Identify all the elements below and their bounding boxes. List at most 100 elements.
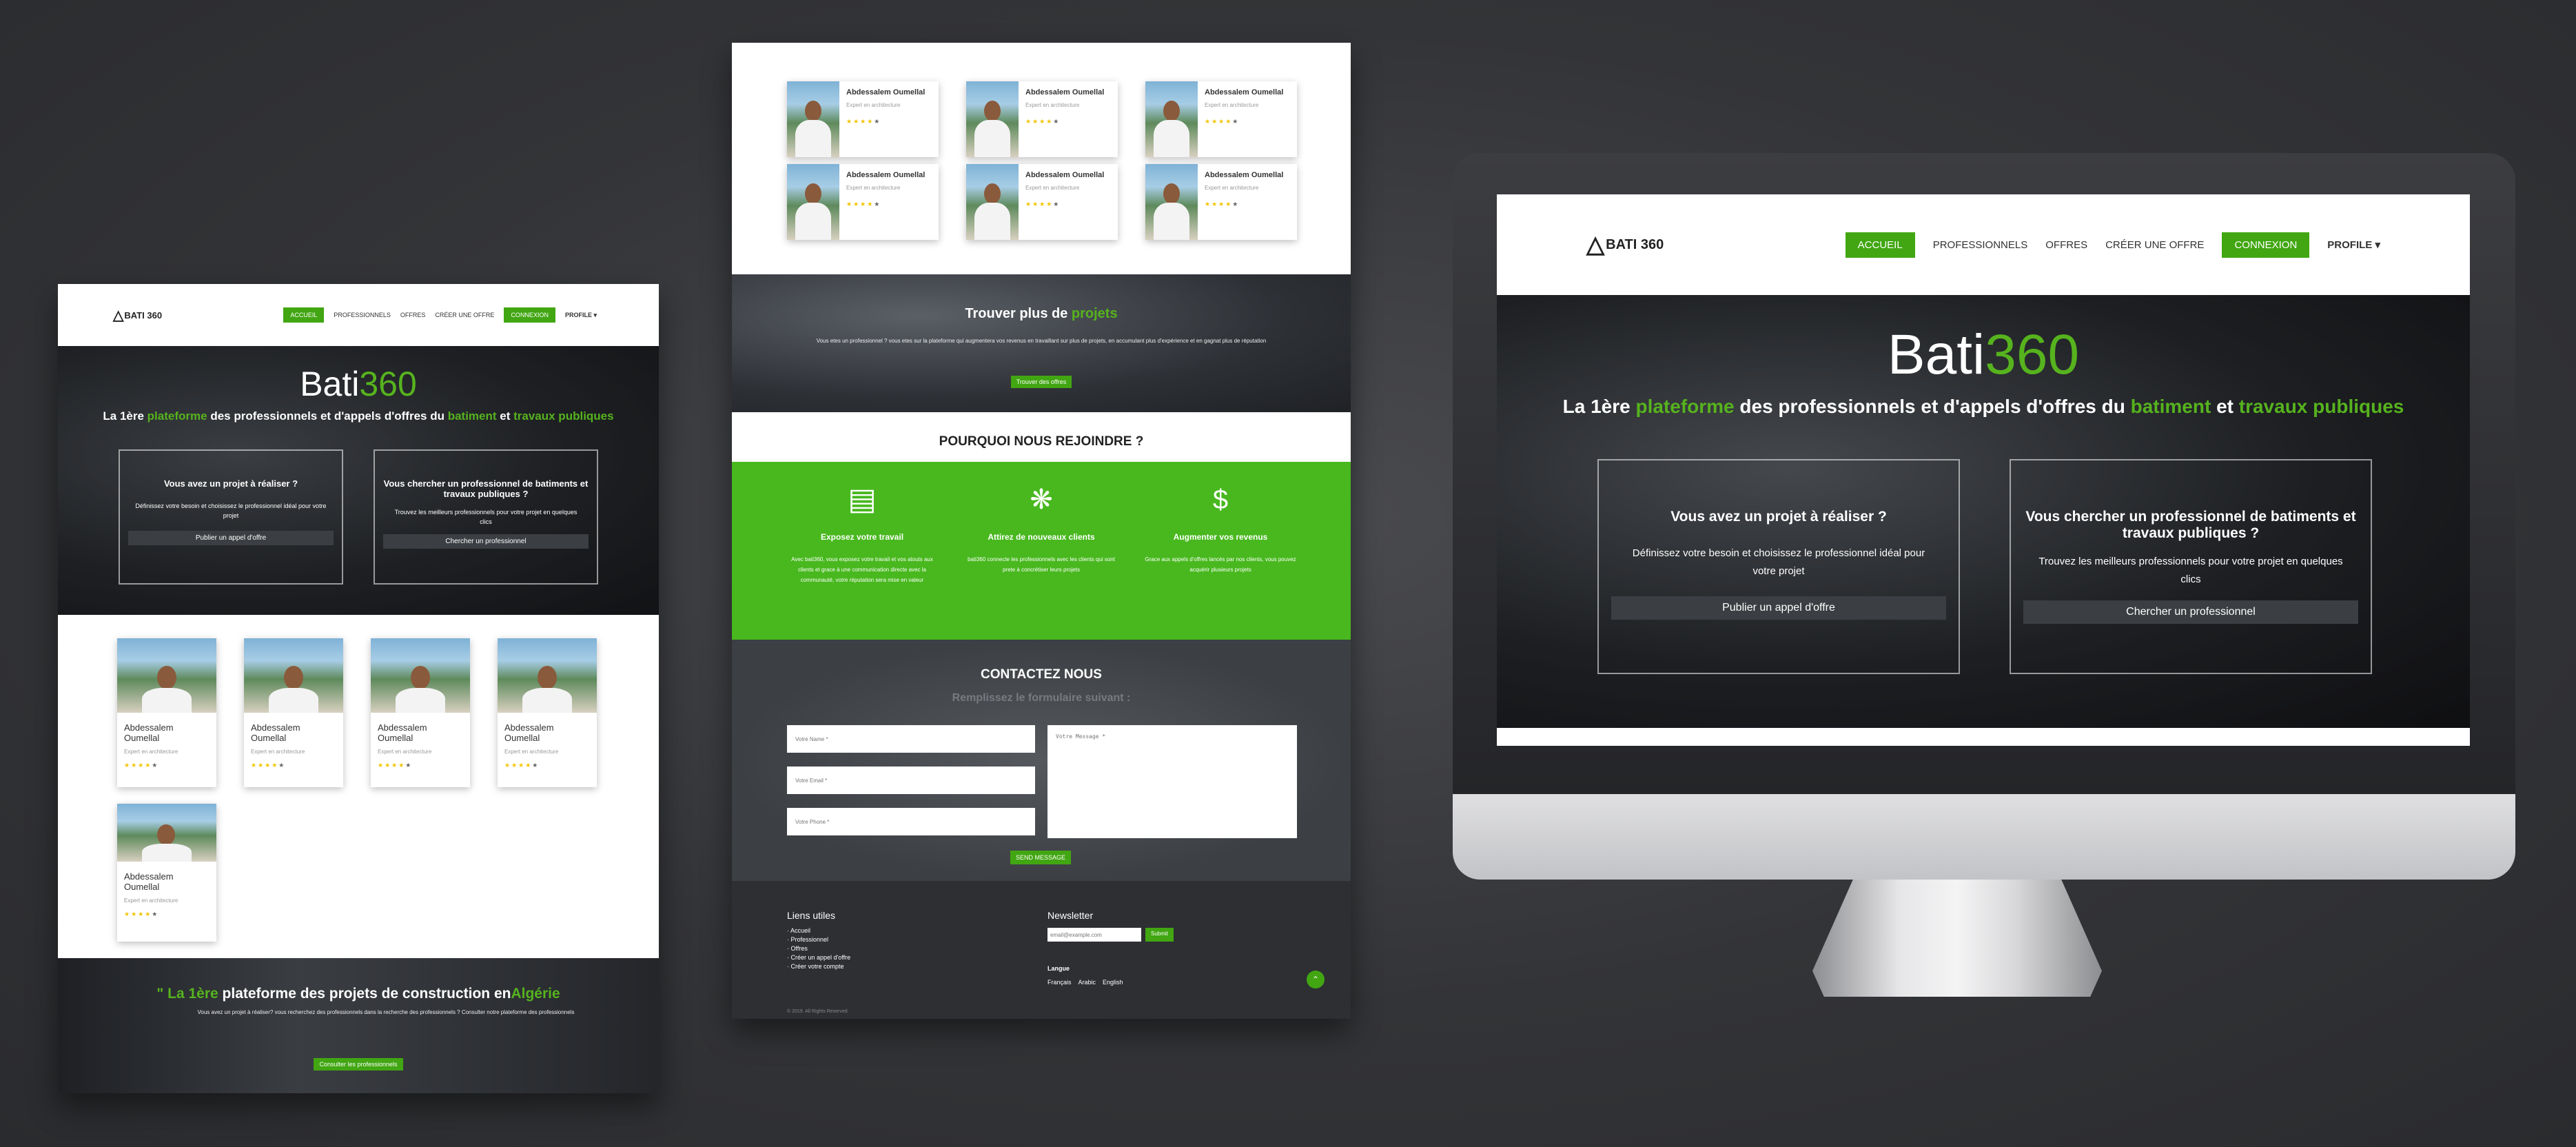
pro-photo (966, 81, 1019, 157)
contact-section: CONTACTEZ NOUS Remplissez le formulaire … (732, 640, 1351, 881)
triangle-logo-icon: △ (1586, 232, 1605, 258)
pro-photo (117, 638, 216, 713)
nav-creer-offre[interactable]: CRÉER UNE OFFRE (2105, 239, 2204, 251)
footer-link[interactable]: · Accueil (787, 926, 850, 935)
newsletter-input[interactable] (1047, 928, 1141, 942)
why-item: ❋ Attirez de nouveaux clients bati360 co… (965, 483, 1117, 640)
search-pro-box: Vous chercher un professionnel de batime… (374, 449, 598, 585)
project-box: Vous avez un projet à réaliser ? Définis… (1597, 459, 1960, 674)
lang-en[interactable]: English (1103, 979, 1123, 986)
lang-list: Français Arabic English (1047, 979, 1123, 986)
pro-photo (966, 164, 1019, 240)
nav-connexion[interactable]: CONNEXION (504, 307, 555, 323)
rating-stars: ★★★★★ (251, 762, 286, 769)
nav-professionnels[interactable]: PROFESSIONNELS (334, 312, 391, 318)
logo[interactable]: △ BATI 360 (113, 307, 162, 324)
email-input[interactable] (787, 767, 1035, 794)
nav-menu: ACCUEIL PROFESSIONNELS OFFRES CRÉER UNE … (1845, 232, 2380, 258)
money-hand-icon: $ (1212, 485, 1229, 515)
why-item: $ Augmenter vos revenus Grace aux appels… (1145, 483, 1296, 640)
footer-link[interactable]: · Offres (787, 944, 850, 953)
name-input[interactable] (787, 725, 1035, 753)
left-screenshot: △ BATI 360 ACCUEIL PROFESSIONNELS OFFRES… (58, 284, 659, 1093)
nav-offres[interactable]: OFFRES (2045, 239, 2087, 251)
nav-profile[interactable]: PROFILE ▾ (565, 312, 597, 319)
imac-stand (1812, 880, 2102, 997)
pro-card[interactable]: Abdessalem Oumellal Expert en architectu… (371, 638, 470, 787)
pro-name: Abdessalem Oumellal (124, 722, 174, 743)
pro-card[interactable]: Abdessalem Oumellal Expert en architectu… (244, 638, 343, 787)
pro-name: Abdessalem Oumellal (846, 88, 926, 97)
contact-title: CONTACTEZ NOUS (981, 667, 1102, 682)
hero-title: Bati360 (1887, 323, 2080, 386)
nav-accueil[interactable]: ACCUEIL (283, 307, 325, 323)
hero-subtitle: La 1ère plateforme des professionnels et… (103, 409, 614, 423)
pro-role: Expert en architecture (251, 749, 305, 755)
handshake-icon: ❋ (1030, 485, 1053, 515)
lang-ar[interactable]: Arabic (1079, 979, 1096, 986)
why-item: ▤ Exposez votre travail Avec bati360, vo… (786, 483, 938, 640)
pro-role: Expert en architecture (1025, 185, 1080, 191)
phone-input[interactable] (787, 808, 1035, 835)
pro-card[interactable]: Abdessalem Oumellal Expert en architectu… (966, 81, 1118, 157)
platform-banner: " La 1ère plateforme des projets de cons… (58, 958, 659, 1093)
footer-link[interactable]: · Créer votre compte (787, 962, 850, 971)
rating-stars: ★★★★★ (378, 762, 413, 769)
pro-role: Expert en architecture (1025, 102, 1080, 108)
pro-card[interactable]: Abdessalem Oumellal Expert en architectu… (966, 164, 1118, 240)
pro-card[interactable]: Abdessalem Oumellal Expert en architectu… (1145, 164, 1297, 240)
pro-card[interactable]: Abdessalem Oumellal Expert en architectu… (117, 638, 216, 787)
project-box: Vous avez un projet à réaliser ? Définis… (119, 449, 343, 585)
newsletter-submit[interactable]: Submit (1145, 928, 1174, 942)
rating-stars: ★★★★★ (1205, 201, 1240, 207)
pro-photo (371, 638, 470, 713)
rating-stars: ★★★★★ (1025, 201, 1061, 207)
pro-name: Abdessalem Oumellal (378, 722, 427, 743)
contact-subtitle: Remplissez le formulaire suivant : (952, 692, 1131, 704)
message-input[interactable] (1047, 725, 1297, 838)
nav-creer-offre[interactable]: CRÉER UNE OFFRE (435, 312, 494, 318)
pro-role: Expert en architecture (1205, 185, 1259, 191)
why-section: ▤ Exposez votre travail Avec bati360, vo… (732, 462, 1351, 640)
pro-card[interactable]: Abdessalem Oumellal Expert en architectu… (787, 81, 939, 157)
publish-offer-button[interactable]: Publier un appel d'offre (128, 530, 334, 545)
footer-link[interactable]: · Créer un appel d'offre (787, 953, 850, 962)
pro-card[interactable]: Abdessalem Oumellal Expert en architectu… (1145, 81, 1297, 157)
nav-professionnels[interactable]: PROFESSIONNELS (1933, 239, 2028, 251)
newsletter-title: Newsletter (1047, 910, 1094, 921)
search-pro-button[interactable]: Chercher un professionnel (2023, 600, 2358, 624)
consult-pros-button[interactable]: Consulter les professionnels (314, 1058, 403, 1070)
banner-text: Vous avez un projet à réaliser? vous rec… (197, 1009, 575, 1015)
nav-profile[interactable]: PROFILE ▾ (2327, 238, 2380, 251)
hero-title: Bati360 (300, 365, 417, 403)
send-message-button[interactable]: SEND MESSAGE (1010, 851, 1072, 864)
more-title: Trouver plus de projets (965, 306, 1118, 321)
nav-offres[interactable]: OFFRES (400, 312, 426, 318)
pro-role: Expert en architecture (124, 749, 178, 755)
pro-role: Expert en architecture (504, 749, 559, 755)
footer: Liens utiles · Accueil · Professionnel ·… (732, 881, 1351, 1019)
copyright: © 2019. All Rights Reserved. (787, 1009, 849, 1014)
pro-name: Abdessalem Oumellal (1025, 171, 1105, 179)
rating-stars: ★★★★★ (846, 118, 881, 125)
publish-offer-button[interactable]: Publier un appel d'offre (1611, 596, 1946, 620)
scroll-top-icon[interactable]: ⌃ (1307, 971, 1325, 988)
find-offers-button[interactable]: Trouver des offres (1010, 376, 1072, 388)
pro-card[interactable]: Abdessalem Oumellal Expert en architectu… (498, 638, 597, 787)
footer-link[interactable]: · Professionnel (787, 935, 850, 944)
search-pro-button[interactable]: Chercher un professionnel (383, 534, 589, 549)
rating-stars: ★★★★★ (1025, 118, 1061, 125)
rating-stars: ★★★★★ (1205, 118, 1240, 125)
rating-stars: ★★★★★ (846, 201, 881, 207)
nav-accueil[interactable]: ACCUEIL (1845, 232, 1915, 258)
pro-card[interactable]: Abdessalem Oumellal Expert en architectu… (787, 164, 939, 240)
pro-photo (244, 638, 343, 713)
triangle-logo-icon: △ (113, 307, 124, 323)
lang-fr[interactable]: Français (1047, 979, 1072, 986)
pro-photo (117, 804, 216, 862)
logo[interactable]: △ BATI 360 (1586, 231, 1664, 258)
nav-connexion[interactable]: CONNEXION (2222, 232, 2310, 258)
pro-role: Expert en architecture (1205, 102, 1259, 108)
pro-card[interactable]: Abdessalem Oumellal Expert en architectu… (117, 804, 216, 942)
imac-screen: △ BATI 360 ACCUEIL PROFESSIONNELS OFFRES… (1497, 194, 2470, 746)
